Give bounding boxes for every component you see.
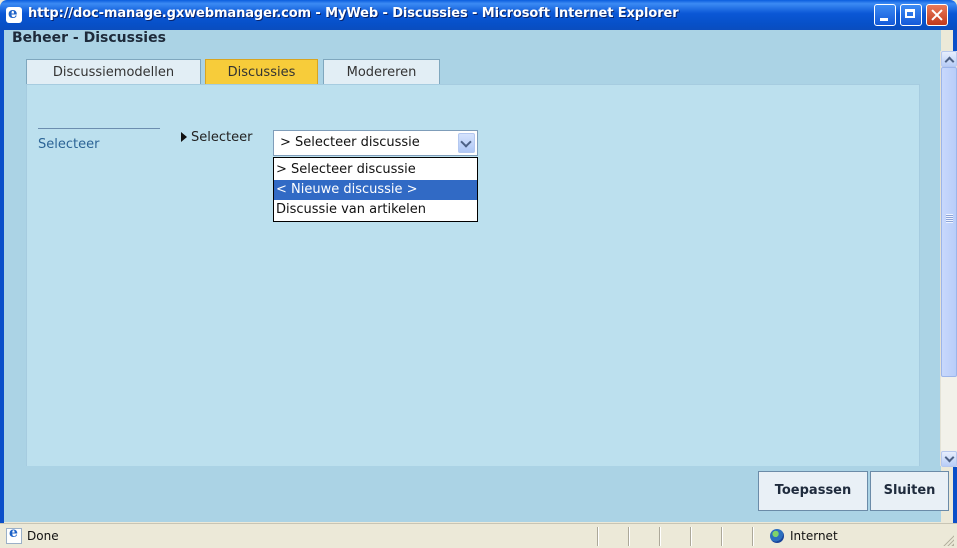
close-window-button[interactable]	[926, 4, 948, 26]
status-divider	[752, 527, 753, 546]
scroll-up-button[interactable]	[941, 51, 957, 67]
status-divider	[659, 527, 660, 546]
ie-icon	[6, 4, 22, 23]
close-button[interactable]: Sluiten	[870, 471, 949, 511]
ie-window: http://doc-manage.gxwebmanager.com - MyW…	[0, 0, 957, 548]
discussion-select[interactable]: > Selecteer discussie	[273, 130, 478, 156]
vertical-scrollbar[interactable]	[940, 51, 957, 467]
chevron-down-icon[interactable]	[458, 133, 475, 153]
status-divider	[690, 527, 691, 546]
title-bar[interactable]: http://doc-manage.gxwebmanager.com - MyW…	[0, 0, 957, 30]
apply-button[interactable]: Toepassen	[758, 471, 868, 511]
resize-grip-icon[interactable]	[942, 534, 954, 546]
page-title: Beheer - Discussies	[12, 30, 166, 46]
status-bar: Done Internet	[0, 523, 957, 548]
minimize-button[interactable]	[874, 4, 896, 26]
select-label: Selecteer	[191, 130, 253, 145]
globe-icon	[770, 529, 784, 543]
status-divider	[597, 527, 598, 546]
scroll-thumb[interactable]	[941, 67, 957, 377]
dropdown-option-selecteer[interactable]: > Selecteer discussie	[274, 160, 477, 180]
select-dropdown-list: > Selecteer discussie < Nieuwe discussie…	[273, 157, 478, 222]
select-current-value: > Selecteer discussie	[280, 135, 420, 150]
tab-modereren[interactable]: Modereren	[323, 59, 440, 85]
sidebar-link-selecteer[interactable]: Selecteer	[38, 137, 99, 152]
page-icon	[6, 525, 22, 544]
scroll-down-button[interactable]	[941, 451, 957, 467]
triangle-right-icon	[181, 132, 187, 142]
dropdown-option-nieuwe[interactable]: < Nieuwe discussie >	[274, 180, 477, 200]
window-title: http://doc-manage.gxwebmanager.com - MyW…	[28, 6, 679, 21]
tab-discussiemodellen[interactable]: Discussiemodellen	[26, 59, 201, 85]
dropdown-option-artikelen[interactable]: Discussie van artikelen	[274, 200, 477, 220]
tab-discussies[interactable]: Discussies	[205, 59, 318, 85]
status-divider	[721, 527, 722, 546]
status-text: Done	[27, 529, 59, 543]
status-divider	[628, 527, 629, 546]
security-zone: Internet	[790, 529, 838, 543]
maximize-button[interactable]	[900, 4, 922, 26]
sidebar-divider	[38, 128, 160, 129]
